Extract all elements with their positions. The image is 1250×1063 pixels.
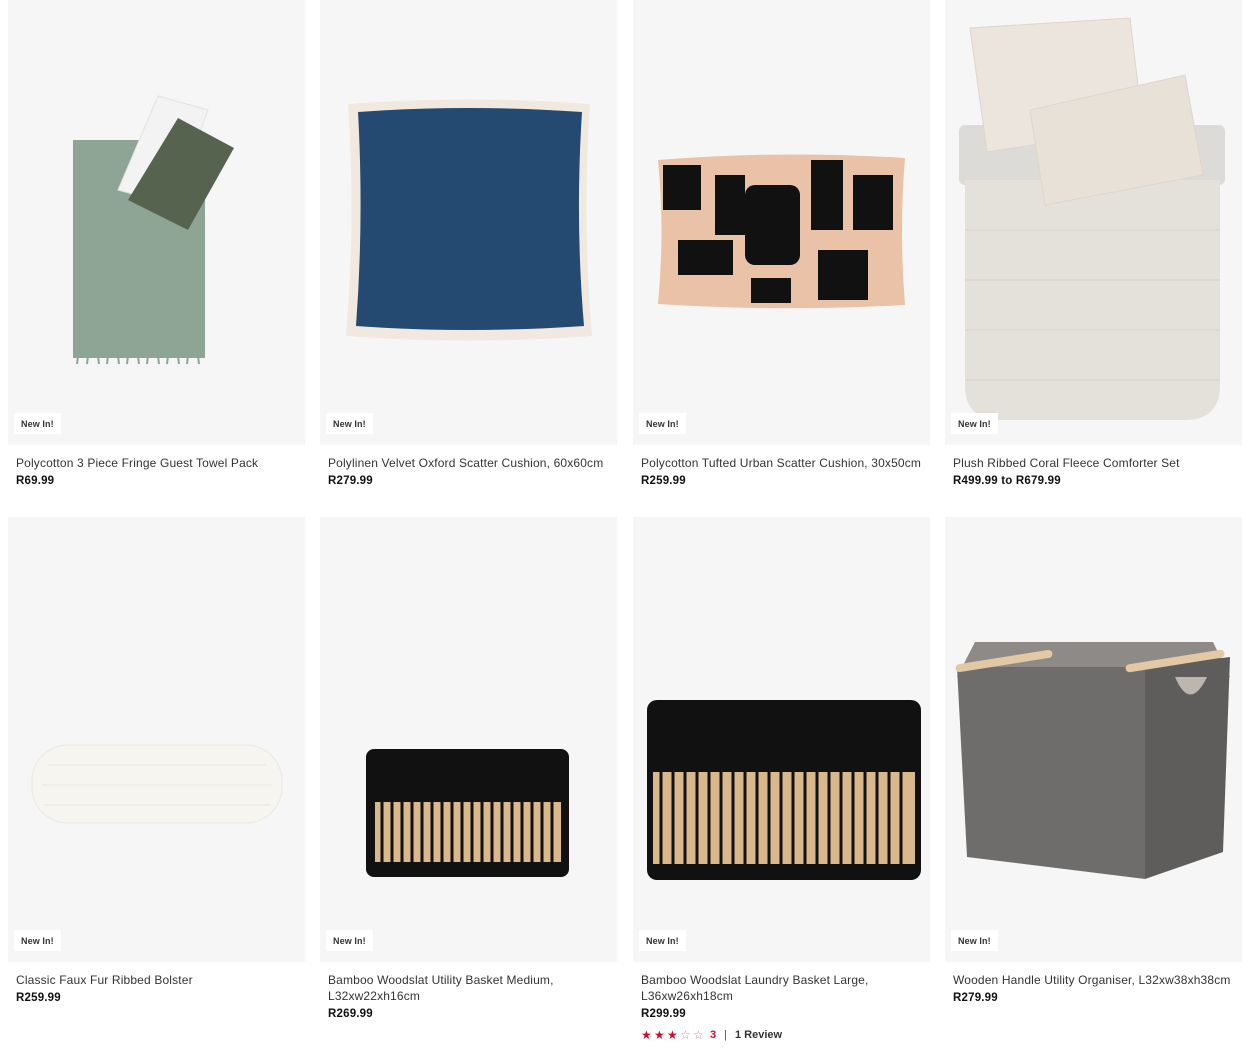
product-image[interactable]: New In! (320, 0, 617, 445)
product-price: R259.99 (641, 475, 686, 487)
new-in-badge: New In! (639, 930, 686, 951)
bamboo-basket-large-image (647, 700, 921, 880)
product-price: R279.99 (328, 475, 373, 487)
star-empty-icon: ☆ (680, 1028, 691, 1042)
rating-stars: ★ ★ ★ ☆ ☆ (641, 1029, 706, 1041)
product-title[interactable]: Polylinen Velvet Oxford Scatter Cushion,… (328, 455, 609, 471)
product-card[interactable]: New In! Polycotton Tufted Urban Scatter … (633, 0, 930, 487)
product-image[interactable]: New In! (945, 517, 1242, 962)
towel-pack-image (73, 95, 234, 365)
new-in-badge: New In! (326, 930, 373, 951)
product-price: R69.99 (16, 475, 55, 487)
bolster-image (31, 744, 283, 824)
new-in-badge: New In! (14, 930, 61, 951)
star-filled-icon: ★ (654, 1028, 665, 1042)
new-in-badge: New In! (326, 413, 373, 434)
product-card[interactable]: New In! Wooden Handle Utility Organiser,… (945, 517, 1242, 1004)
product-price: R279.99 (953, 992, 998, 1004)
product-card[interactable]: New In! Polycotton 3 Piece Fringe Guest … (8, 0, 305, 487)
product-price: R299.99 (641, 1008, 686, 1020)
product-image[interactable]: New In! (320, 517, 617, 962)
product-card[interactable]: New In! Classic Faux Fur Ribbed Bolster … (8, 517, 305, 1004)
product-title[interactable]: Wooden Handle Utility Organiser, L32xw38… (953, 972, 1234, 988)
product-title[interactable]: Plush Ribbed Coral Fleece Comforter Set (953, 455, 1234, 471)
tufted-cushion-image (658, 154, 905, 309)
star-filled-icon: ★ (667, 1028, 678, 1042)
product-title[interactable]: Bamboo Woodslat Utility Basket Medium, L… (328, 972, 609, 1004)
product-title[interactable]: Polycotton Tufted Urban Scatter Cushion,… (641, 455, 922, 471)
reviews-link[interactable]: 1 Review (735, 1029, 782, 1041)
rating-count: 3 (710, 1029, 717, 1041)
new-in-badge: New In! (951, 413, 998, 434)
product-image[interactable]: New In! (633, 517, 930, 962)
product-image[interactable]: New In! (633, 0, 930, 445)
product-card[interactable]: New In! Bamboo Woodslat Utility Basket M… (320, 517, 617, 1020)
product-title[interactable]: Classic Faux Fur Ribbed Bolster (16, 972, 297, 988)
product-image[interactable]: New In! (8, 0, 305, 445)
star-filled-icon: ★ (641, 1028, 652, 1042)
new-in-badge: New In! (639, 413, 686, 434)
product-rating[interactable]: ★ ★ ★ ☆ ☆ 3 | 1 Review (641, 1029, 922, 1041)
product-title[interactable]: Polycotton 3 Piece Fringe Guest Towel Pa… (16, 455, 297, 471)
new-in-badge: New In! (951, 930, 998, 951)
product-card[interactable]: New In! Bamboo Woodslat Laundry Basket L… (633, 517, 930, 1041)
product-title[interactable]: Bamboo Woodslat Laundry Basket Large, L3… (641, 972, 922, 1004)
new-in-badge: New In! (14, 413, 61, 434)
star-empty-icon: ☆ (693, 1028, 704, 1042)
comforter-set-image (959, 17, 1225, 420)
product-price: R499.99 to R679.99 (953, 475, 1061, 487)
product-price: R269.99 (328, 1008, 373, 1020)
utility-organiser-image (955, 642, 1230, 879)
bamboo-basket-medium-image (366, 749, 569, 877)
product-image[interactable]: New In! (8, 517, 305, 962)
velvet-cushion-image (346, 99, 592, 341)
rating-separator: | (724, 1029, 727, 1041)
product-card[interactable]: New In! Plush Ribbed Coral Fleece Comfor… (945, 0, 1242, 487)
product-image[interactable]: New In! (945, 0, 1242, 445)
product-card[interactable]: New In! Polylinen Velvet Oxford Scatter … (320, 0, 617, 487)
product-price: R259.99 (16, 992, 61, 1004)
